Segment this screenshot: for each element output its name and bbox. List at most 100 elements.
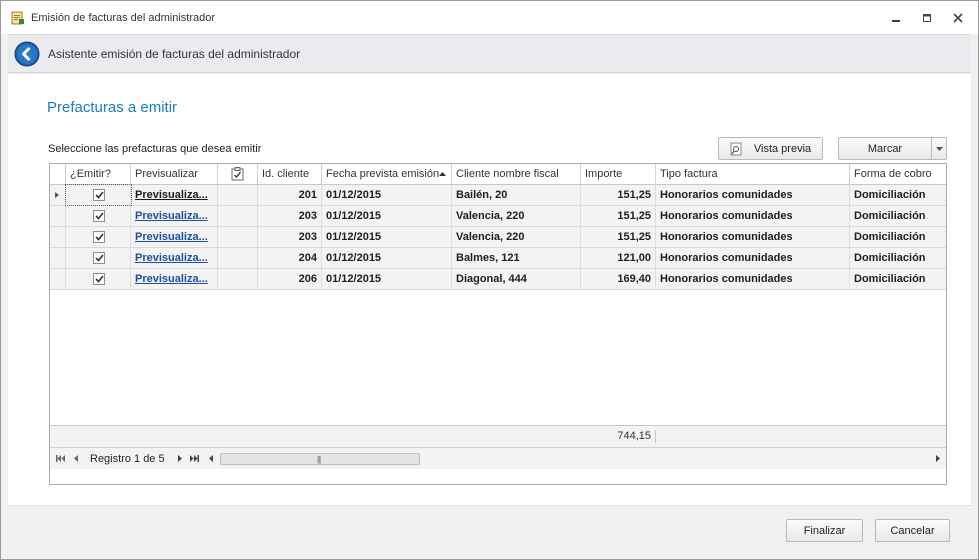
cell-fecha: 01/12/2015 [322,269,452,289]
cell-forma: Domiciliación [854,189,926,201]
cell-preview[interactable]: Previsualiza... [131,248,218,268]
cell-tipo: Honorarios comunidades [656,248,850,268]
grid-navigator: Registro 1 de 5 ||| [50,447,946,469]
finish-button-label: Finalizar [803,524,846,537]
column-header-fecha-label: Fecha prevista emisión [326,168,440,180]
emitir-checkbox-cell[interactable] [66,227,131,247]
preview-button-label: Vista previa [753,142,812,155]
emitir-checkbox[interactable] [93,273,105,285]
emitir-checkbox-cell[interactable] [66,269,131,289]
invoice-issue-window: Emisión de facturas del administrador As… [0,0,979,560]
preview-button[interactable]: Vista previa [718,137,823,160]
cell-cliente: Bailén, 20 [452,185,581,205]
current-row-icon [55,192,59,198]
cell-importe: 169,40 [581,269,656,289]
emitir-checkbox[interactable] [93,252,105,264]
table-row[interactable]: Previsualiza... 204 01/12/2015 Balmes, 121 1… [50,248,946,269]
last-record-button[interactable] [188,453,200,464]
wizard-title: Asistente emisión de facturas del admini… [48,47,301,61]
magnifier-icon [730,142,744,156]
close-icon [953,13,963,23]
mark-button[interactable]: Marcar [838,137,932,160]
prefacturas-grid[interactable]: ¿Emitir? Previsualizar Id. cliente Fecha… [49,163,947,485]
row-indicator[interactable] [50,227,66,247]
horizontal-scrollbar-thumb[interactable]: ||| [220,453,420,465]
restore-button[interactable] [916,9,938,27]
column-header-id-cliente[interactable]: Id. cliente [258,164,322,185]
cell-id: 203 [258,206,322,226]
emitir-checkbox-cell[interactable] [66,206,131,226]
cell-forma: Domiciliación [854,252,926,264]
row-indicator[interactable] [50,206,66,226]
cell-forma: Domiciliación [854,273,926,285]
column-header-cliente[interactable]: Cliente nombre fiscal [452,164,581,185]
column-header-previsualizar[interactable]: Previsualizar [131,164,218,185]
column-header-emitir[interactable]: ¿Emitir? [66,164,131,185]
previous-record-button[interactable] [70,453,82,464]
cancel-button[interactable]: Cancelar [875,519,950,542]
column-header-check[interactable] [218,164,258,185]
cancel-button-label: Cancelar [890,524,935,537]
emitir-checkbox-cell[interactable] [65,184,132,206]
cell-id: 206 [258,269,322,289]
cell-cliente: Valencia, 220 [452,206,581,226]
summary-divider [655,430,656,443]
cell-cliente: Diagonal, 444 [452,269,581,289]
back-button[interactable] [14,41,40,67]
table-row[interactable]: Previsualiza... 206 01/12/2015 Diagonal, 44… [50,269,946,290]
cell-id: 203 [258,227,322,247]
cell-forma: Domiciliación [854,210,926,222]
emitir-checkbox-cell[interactable] [66,248,131,268]
next-record-button[interactable] [173,453,185,464]
cell-preview[interactable]: Previsualiza... [131,227,218,247]
cell-tipo: Honorarios comunidades [656,206,850,226]
row-indicator[interactable] [50,185,66,205]
sort-ascending-icon [439,172,446,176]
close-button[interactable] [947,9,969,27]
title-bar: Emisión de facturas del administrador [1,1,978,34]
app-icon [11,11,25,25]
next-icon [177,455,182,462]
restore-icon [923,14,931,22]
row-indicator[interactable] [50,248,66,268]
back-arrow-icon [14,41,40,67]
empty-cell [218,227,258,247]
table-row[interactable]: Previsualiza... 203 01/12/2015 Valencia, 22… [50,227,946,248]
mark-dropdown-button[interactable] [931,137,947,160]
last-record-icon [189,455,199,462]
scroll-right-icon [935,455,940,462]
cell-id: 201 [258,185,322,205]
row-indicator-header [50,164,66,185]
table-row[interactable]: Previsualiza... 203 01/12/2015 Valencia, 22… [50,206,946,227]
cell-fecha: 01/12/2015 [322,206,452,226]
cell-importe: 151,25 [581,227,656,247]
scroll-left-button[interactable] [205,453,217,464]
cell-id: 204 [258,248,322,268]
chevron-down-icon [935,146,943,151]
wizard-page: Prefacturas a emitir Seleccione las pref… [8,74,971,506]
emitir-checkbox[interactable] [93,189,105,201]
first-record-button[interactable] [54,453,66,464]
finish-button[interactable]: Finalizar [786,519,863,542]
cell-preview[interactable]: Previsualiza... [131,185,218,205]
column-header-importe[interactable]: Importe [581,164,656,185]
scroll-right-button[interactable] [931,453,943,464]
grid-header: ¿Emitir? Previsualizar Id. cliente Fecha… [50,164,946,185]
scrollbar-grip-icon: ||| [317,455,321,464]
cell-preview[interactable]: Previsualiza... [131,269,218,289]
clipboard-check-icon [231,167,244,181]
column-header-fecha[interactable]: Fecha prevista emisión [322,164,452,185]
emitir-checkbox[interactable] [93,210,105,222]
row-indicator[interactable] [50,269,66,289]
column-header-tipo[interactable]: Tipo factura [656,164,850,185]
emitir-checkbox[interactable] [93,231,105,243]
column-header-forma-cobro[interactable]: Forma de cobro [850,164,946,185]
minimize-button[interactable] [885,9,907,27]
page-subtitle: Seleccione las prefacturas que desea emi… [48,143,262,155]
checkmark-icon [94,212,104,220]
importe-total: 744,15 [617,430,651,442]
cell-tipo: Honorarios comunidades [656,185,850,205]
cell-preview[interactable]: Previsualiza... [131,206,218,226]
wizard-header: Asistente emisión de facturas del admini… [8,34,971,73]
table-row[interactable]: Previsualiza... 201 01/12/2015 Bailén, 20 15… [50,184,946,206]
